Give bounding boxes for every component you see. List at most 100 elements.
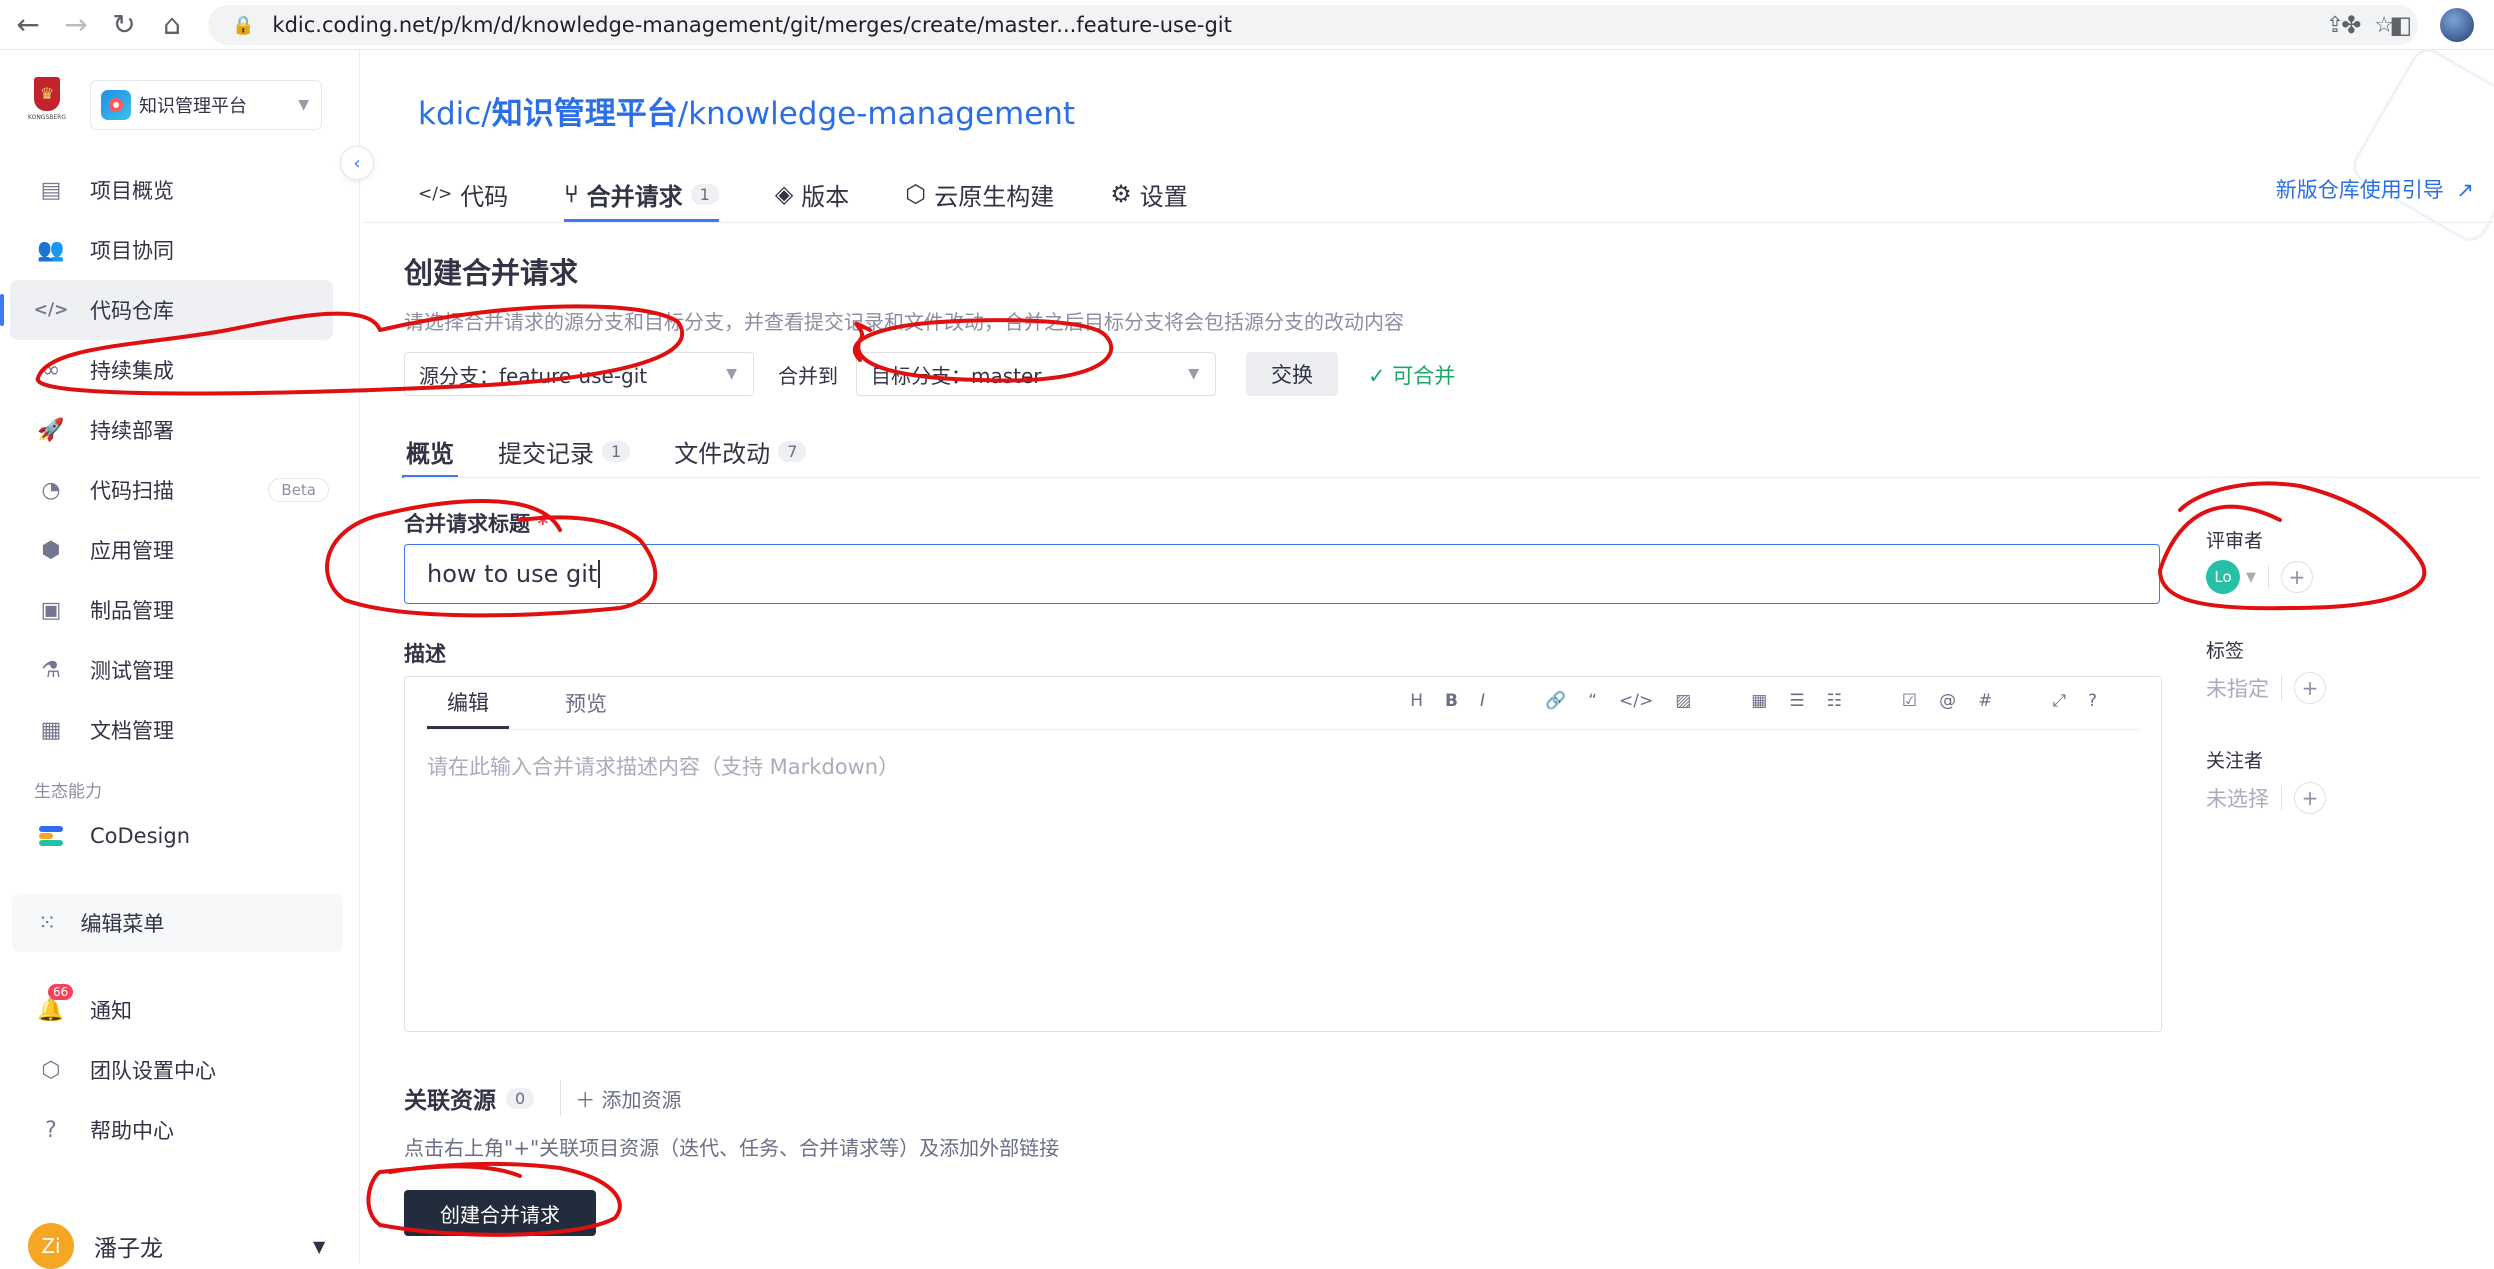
- extensions-icon[interactable]: ✤: [2341, 11, 2361, 39]
- related-hint: 点击右上角"+"关联项目资源（迭代、任务、合并请求等）及添加外部链接: [404, 1136, 1060, 1160]
- heading-icon[interactable]: H: [1410, 691, 1423, 711]
- fullscreen-icon[interactable]: ⤢: [2052, 691, 2066, 711]
- sidebar-item-overview[interactable]: ▤ 项目概览: [0, 160, 359, 220]
- add-tag-button[interactable]: +: [2294, 672, 2326, 704]
- code-icon: </>: [418, 184, 453, 204]
- tag-row: 未指定 +: [2206, 672, 2326, 704]
- markdown-toolbar: H B I 🔗 “ </> ▨ ▦ ☰ ☷ ☑ @ # ⤢ ?: [1410, 691, 2097, 711]
- cube-icon: ⬢: [41, 537, 61, 563]
- sidebar-item-label: 制品管理: [90, 599, 174, 623]
- bullet-list-icon[interactable]: ☷: [1827, 691, 1842, 711]
- crumb-team[interactable]: kdic: [418, 96, 481, 132]
- link-icon[interactable]: 🔗: [1545, 691, 1566, 711]
- tab-cloud-build[interactable]: ⬡ 云原生构建: [905, 168, 1054, 220]
- sidebar-item-artifacts[interactable]: ▣ 制品管理: [0, 580, 359, 640]
- image-icon[interactable]: ▨: [1675, 691, 1691, 711]
- infinity-icon: ∞: [41, 357, 61, 383]
- company-logo[interactable]: ♛ KONGSBERG: [26, 77, 68, 133]
- users-icon: 👥: [37, 237, 65, 263]
- quote-icon[interactable]: “: [1588, 691, 1597, 711]
- back-icon[interactable]: ←: [8, 5, 48, 45]
- doc-icon: ▦: [40, 717, 62, 743]
- sidebar-item-label: 项目协同: [90, 239, 174, 263]
- bold-icon[interactable]: B: [1445, 691, 1458, 711]
- add-reviewer-button[interactable]: +: [2281, 561, 2313, 593]
- hash-icon[interactable]: #: [1978, 691, 1992, 711]
- tab-code[interactable]: </> 代码: [418, 168, 508, 220]
- reload-icon[interactable]: ↻: [104, 5, 144, 45]
- subtab-divider: [404, 477, 2480, 478]
- sidebar-item-help[interactable]: ? 帮助中心: [0, 1100, 359, 1160]
- sidebar: ♛ KONGSBERG 知识管理平台 ▼ ‹ ▤ 项目概览 👥 项目协同 </>…: [0, 50, 374, 1269]
- tab-settings[interactable]: ⚙ 设置: [1110, 168, 1188, 220]
- sidebar-item-docs[interactable]: ▦ 文档管理: [0, 700, 359, 760]
- project-selector[interactable]: 知识管理平台 ▼: [90, 80, 322, 130]
- sidebar-item-cd[interactable]: 🚀 持续部署: [0, 400, 359, 460]
- gear-icon: ⚙: [1110, 180, 1132, 208]
- swap-button[interactable]: 交换: [1246, 352, 1338, 396]
- description-input[interactable]: 请在此输入合并请求描述内容（支持 Markdown）: [427, 751, 899, 781]
- add-watcher-button[interactable]: +: [2294, 782, 2326, 814]
- sidebar-item-label: 文档管理: [90, 719, 174, 743]
- add-resource-button[interactable]: ＋ 添加资源: [575, 1084, 681, 1113]
- watcher-row: 未选择 +: [2206, 782, 2326, 814]
- crumb-repo[interactable]: knowledge-management: [688, 96, 1075, 132]
- italic-icon[interactable]: I: [1480, 691, 1485, 711]
- ordered-list-icon[interactable]: ☰: [1789, 691, 1804, 711]
- sidebar-item-team-settings[interactable]: ⬡ 团队设置中心: [0, 1040, 359, 1100]
- tab-releases[interactable]: ◈ 版本: [775, 168, 849, 220]
- address-bar[interactable]: 🔒 kdic.coding.net/p/km/d/knowledge-manag…: [208, 5, 2418, 45]
- mr-title-label: 合并请求标题 *: [404, 508, 548, 538]
- sidebar-item-code-repo[interactable]: </> 代码仓库: [0, 280, 333, 340]
- subtab-label: 概览: [406, 439, 454, 468]
- lock-icon: 🔒: [232, 14, 255, 36]
- table-icon[interactable]: ▦: [1751, 691, 1767, 711]
- tab-label: 设置: [1139, 182, 1188, 211]
- repo-guide-link[interactable]: 新版仓库使用引导 ↗: [2276, 174, 2474, 204]
- sidebar-item-collab[interactable]: 👥 项目协同: [0, 220, 359, 280]
- checkbox-icon[interactable]: ☑: [1902, 691, 1917, 711]
- reviewer-avatar[interactable]: Lo: [2206, 560, 2240, 594]
- tab-count: 1: [690, 183, 719, 205]
- editor-tab-edit[interactable]: 编辑: [427, 677, 509, 729]
- tab-label: 云原生构建: [934, 182, 1055, 211]
- flask-icon: ⚗: [41, 657, 61, 683]
- editor-tab-preview[interactable]: 预览: [545, 677, 627, 729]
- tab-label: 合并请求: [586, 182, 683, 211]
- source-branch-select[interactable]: 源分支：feature-use-git ▼: [404, 352, 754, 396]
- crumb-project[interactable]: 知识管理平台: [492, 96, 678, 132]
- browser-toolbar: ← → ↻ ⌂ 🔒 kdic.coding.net/p/km/d/knowled…: [0, 0, 2494, 50]
- tab-merge-requests[interactable]: ⑂ 合并请求 1: [564, 168, 719, 222]
- sidebar-item-apps[interactable]: ⬢ 应用管理: [0, 520, 359, 580]
- sidebar-item-testing[interactable]: ⚗ 测试管理: [0, 640, 359, 700]
- home-icon[interactable]: ⌂: [152, 5, 192, 45]
- project-icon: [101, 90, 131, 120]
- caret-down-icon: ▼: [298, 97, 309, 113]
- edit-menu-button[interactable]: ⁙ 编辑菜单: [12, 894, 343, 952]
- sidebar-item-notify[interactable]: 🔔 66 通知: [0, 980, 359, 1040]
- collapse-sidebar-button[interactable]: ‹: [340, 146, 374, 180]
- user-menu[interactable]: Zi 潘子龙 ▼: [28, 1223, 325, 1269]
- sidebar-item-ci[interactable]: ∞ 持续集成: [0, 340, 359, 400]
- code-icon[interactable]: </>: [1619, 691, 1653, 711]
- target-branch-select[interactable]: 目标分支：master ▼: [856, 352, 1216, 396]
- sidebar-item-scan[interactable]: ◔ 代码扫描 Beta: [0, 460, 359, 520]
- mention-icon[interactable]: @: [1939, 691, 1956, 711]
- help-icon[interactable]: ?: [2088, 691, 2097, 711]
- tab-file-changes[interactable]: 文件改动 7: [674, 426, 807, 476]
- sidebar-item-codesign[interactable]: CoDesign: [0, 806, 359, 866]
- add-resource-label: 添加资源: [601, 1087, 682, 1112]
- breadcrumb: kdic/知识管理平台/knowledge-management: [418, 88, 1075, 133]
- create-merge-request-button[interactable]: 创建合并请求: [404, 1190, 596, 1236]
- sidebar-item-label: 通知: [90, 999, 132, 1023]
- caret-down-icon[interactable]: ▼: [2246, 570, 2256, 585]
- tab-commits[interactable]: 提交记录 1: [498, 426, 631, 476]
- tab-overview[interactable]: 概览: [402, 426, 458, 478]
- profile-avatar[interactable]: [2440, 8, 2474, 42]
- caret-down-icon: ▼: [726, 366, 737, 382]
- forward-icon[interactable]: →: [56, 5, 96, 45]
- guide-label: 新版仓库使用引导: [2275, 178, 2444, 202]
- sidepanel-icon[interactable]: ◧: [2389, 11, 2412, 39]
- subtab-label: 文件改动: [674, 439, 771, 468]
- mr-title-input[interactable]: how to use git: [404, 544, 2160, 604]
